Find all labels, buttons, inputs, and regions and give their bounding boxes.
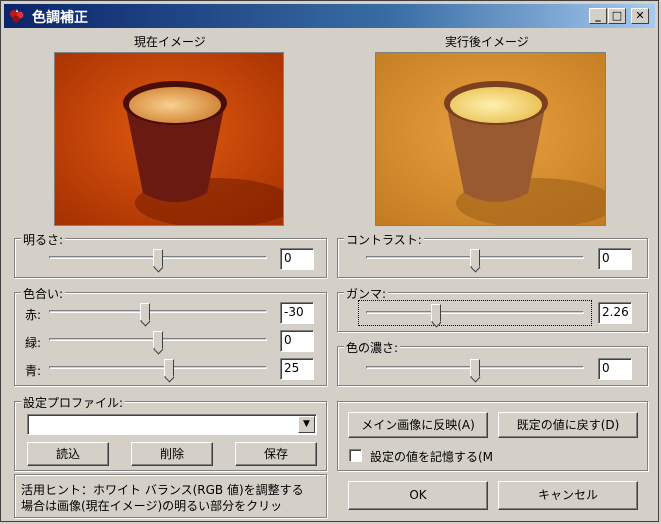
profile-select[interactable]: ▼ (27, 414, 317, 435)
slider-thumb[interactable] (153, 331, 163, 349)
contrast-slider[interactable] (366, 247, 584, 267)
gamma-slider[interactable] (366, 302, 584, 322)
saturation-slider[interactable] (366, 357, 584, 377)
green-input[interactable]: 0 (280, 330, 314, 352)
hue-label: 色合い: (21, 285, 66, 302)
minimize-button[interactable]: _ (589, 8, 607, 24)
profile-label: 設定プロファイル: (21, 394, 126, 411)
save-button[interactable]: 保存 (235, 442, 317, 466)
color-correction-dialog: 色調補正 _ □ ✕ 現在イメージ 実行後イメージ 明るさ: 0 コントラスト:… (0, 0, 659, 522)
remember-settings-checkbox[interactable] (349, 449, 362, 462)
blue-slider[interactable] (49, 357, 267, 377)
close-button[interactable]: ✕ (631, 8, 649, 24)
slider-thumb[interactable] (139, 303, 150, 321)
gamma-input[interactable]: 2.26 (598, 302, 632, 324)
apply-main-image-button[interactable]: メイン画像に反映(A) (348, 412, 488, 438)
hint-line-1: 活用ヒント：ホワイト バランス(RGB 値)を調整する (21, 483, 304, 497)
after-image (375, 52, 606, 226)
after-cup-photo (376, 53, 605, 225)
load-button[interactable]: 読込 (27, 442, 109, 466)
slider-thumb[interactable] (470, 249, 480, 267)
after-image-label: 実行後イメージ (445, 35, 529, 49)
slider-thumb[interactable] (470, 359, 480, 377)
cancel-button[interactable]: キャンセル (498, 481, 638, 510)
blue-label: 青: (25, 364, 42, 378)
window-title: 色調補正 (32, 10, 88, 26)
current-cup-photo (55, 53, 283, 225)
saturation-input[interactable]: 0 (598, 358, 632, 380)
ok-button[interactable]: OK (348, 481, 488, 510)
brightness-input[interactable]: 0 (280, 248, 314, 270)
brightness-slider[interactable] (49, 247, 267, 267)
red-label: 赤: (25, 308, 42, 322)
chevron-down-icon[interactable]: ▼ (298, 416, 315, 433)
contrast-input[interactable]: 0 (598, 248, 632, 270)
brightness-label: 明るさ: (21, 231, 66, 248)
blue-input[interactable]: 25 (280, 358, 314, 380)
green-slider[interactable] (49, 329, 267, 349)
slider-thumb[interactable] (163, 359, 174, 377)
maximize-button[interactable]: □ (608, 8, 626, 24)
title-bar[interactable]: 色調補正 _ □ ✕ (4, 4, 655, 28)
delete-button[interactable]: 削除 (131, 442, 213, 466)
reset-default-button[interactable]: 既定の値に戻す(D) (498, 412, 638, 438)
green-label: 緑: (25, 336, 42, 350)
remember-settings-label[interactable]: 設定の値を記憶する(M (370, 448, 493, 465)
saturation-label: 色の濃さ: (344, 339, 401, 356)
contrast-label: コントラスト: (344, 231, 424, 248)
slider-thumb[interactable] (430, 304, 441, 322)
red-slider[interactable] (49, 301, 267, 321)
current-image[interactable] (54, 52, 284, 226)
red-input[interactable]: -30 (280, 302, 314, 324)
current-image-label: 現在イメージ (134, 35, 206, 49)
slider-thumb[interactable] (153, 249, 163, 267)
app-icon (10, 9, 24, 23)
hint-line-2: 場合は画像(現在イメージ)の明るい部分をクリッ (21, 499, 283, 513)
